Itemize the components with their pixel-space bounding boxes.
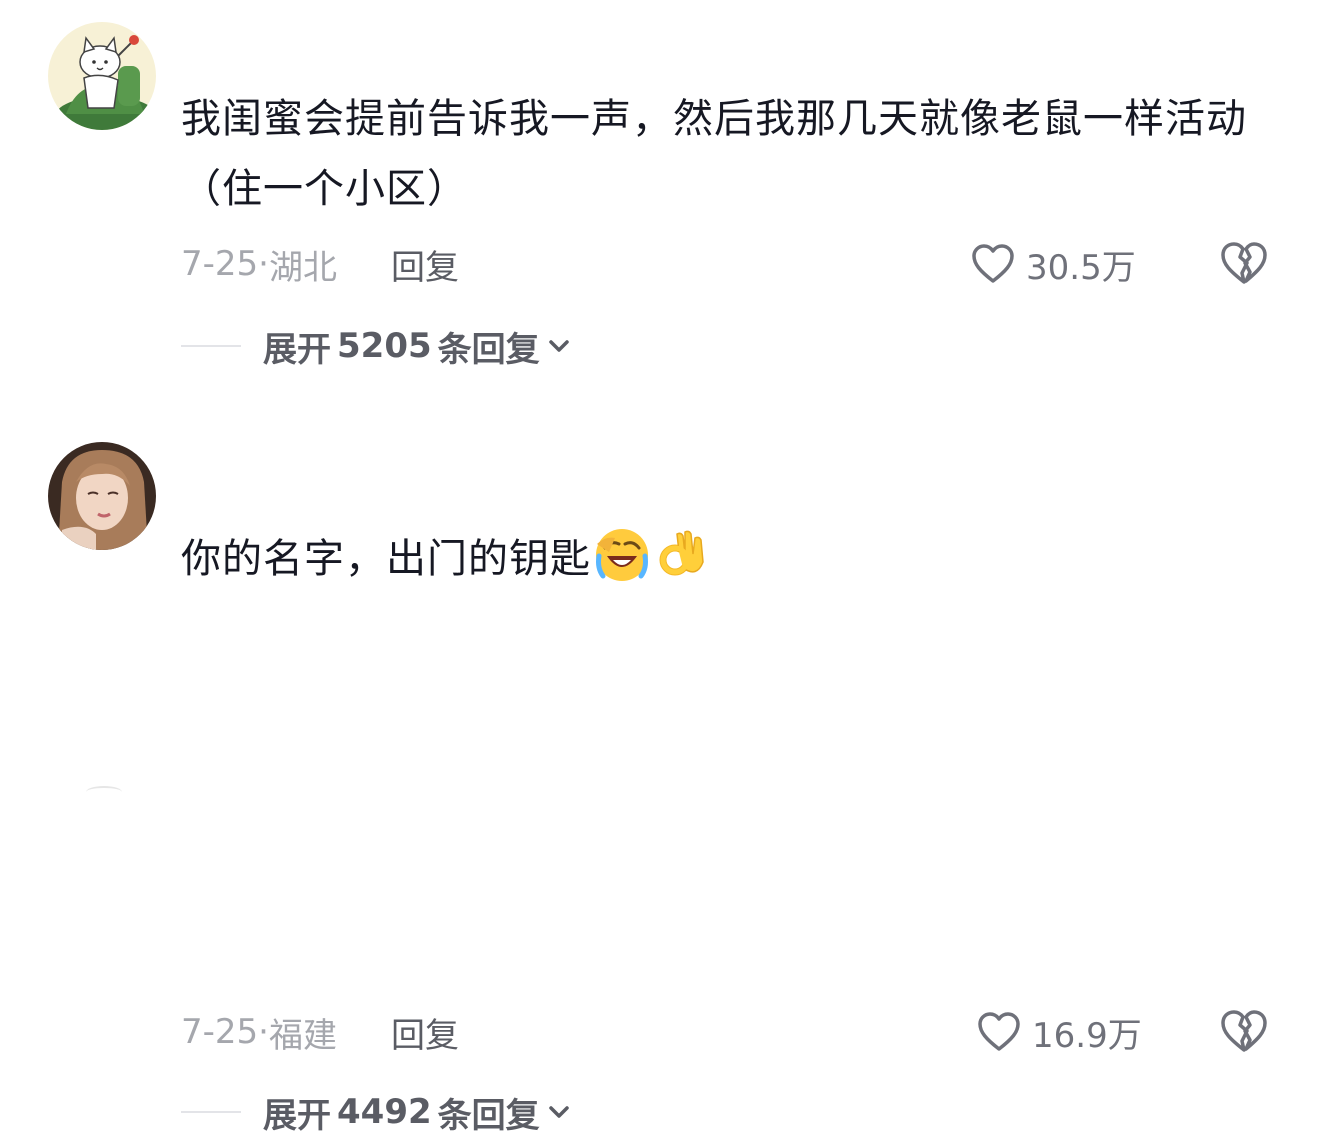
comment-text: 我闺蜜会提前告诉我一声，然后我那几天就像老鼠一样活动（住一个小区） bbox=[181, 96, 1247, 212]
meta-separator: · bbox=[258, 244, 269, 284]
ok-hand-emoji-icon bbox=[653, 526, 711, 584]
avatar[interactable] bbox=[48, 22, 156, 130]
reply-count: 4492 bbox=[337, 1092, 432, 1132]
expand-divider bbox=[181, 1111, 241, 1113]
dislike-button[interactable] bbox=[1219, 240, 1269, 290]
like-count: 30.5万 bbox=[1026, 247, 1136, 288]
expand-replies-button[interactable]: 展开 5205 条回复 bbox=[181, 324, 570, 370]
comment-text: 你的名字，出门的钥匙 bbox=[181, 536, 591, 582]
expand-divider bbox=[181, 345, 241, 347]
comment-location: 福建 bbox=[268, 1015, 337, 1056]
comment-body: 你的名字，出门的钥匙 bbox=[181, 524, 1281, 594]
reply-button[interactable]: 回复 bbox=[391, 1008, 459, 1057]
comment-date: 7-25 bbox=[181, 244, 259, 284]
expand-suffix: 条回复 bbox=[437, 329, 540, 370]
expand-prefix: 展开 bbox=[263, 1095, 331, 1136]
like-button[interactable]: 16.9万 bbox=[976, 1008, 1142, 1056]
cat-avatar-icon bbox=[48, 22, 156, 130]
rofl-emoji-icon bbox=[593, 526, 651, 584]
expand-replies-button[interactable]: 展开 4492 条回复 bbox=[181, 1090, 570, 1136]
reply-count: 5205 bbox=[337, 326, 432, 366]
comment-meta: 7-25 · 福建 回复 bbox=[181, 1012, 459, 1056]
chevron-down-icon bbox=[548, 1106, 569, 1118]
like-button[interactable]: 30.5万 bbox=[970, 240, 1136, 288]
like-count: 16.9万 bbox=[1032, 1015, 1142, 1056]
broken-heart-icon bbox=[1221, 1010, 1267, 1052]
expand-prefix: 展开 bbox=[263, 329, 331, 370]
heart-icon bbox=[978, 1012, 1020, 1051]
girl-avatar-icon bbox=[48, 442, 156, 550]
comment-date: 7-25 bbox=[181, 1012, 259, 1052]
comment-meta: 7-25 · 湖北 回复 bbox=[181, 244, 459, 288]
dislike-button[interactable] bbox=[1219, 1008, 1269, 1058]
broken-heart-icon bbox=[1221, 242, 1267, 284]
comment-location: 湖北 bbox=[268, 247, 337, 288]
reply-button[interactable]: 回复 bbox=[391, 240, 459, 289]
avatar[interactable] bbox=[48, 442, 156, 550]
expand-suffix: 条回复 bbox=[437, 1095, 540, 1136]
heart-icon bbox=[972, 244, 1014, 283]
chevron-down-icon bbox=[548, 340, 569, 352]
next-comment-avatar-edge bbox=[86, 786, 122, 798]
meta-separator: · bbox=[258, 1012, 269, 1052]
